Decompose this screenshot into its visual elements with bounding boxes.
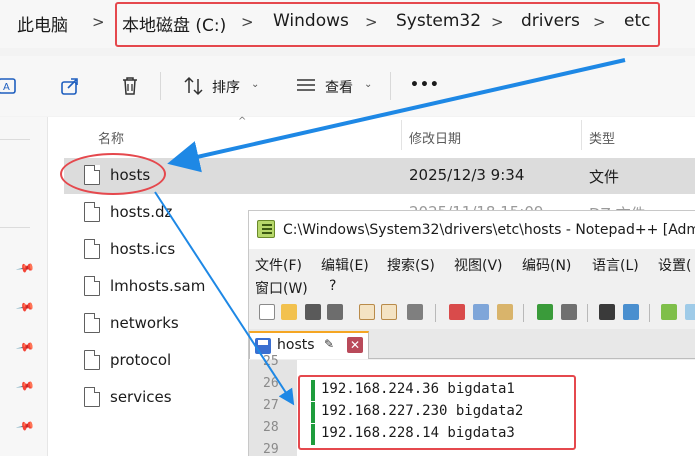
close-tab-icon[interactable]: ✕	[347, 337, 363, 353]
notepad-plus-plus-window: C:\Windows\System32\drivers\etc\hosts - …	[248, 210, 695, 456]
menu-language[interactable]: 语言(L)	[592, 255, 639, 275]
find-icon[interactable]	[599, 304, 615, 320]
line-number: 25	[263, 354, 279, 369]
file-name: hosts.ics	[110, 240, 176, 258]
file-icon	[84, 350, 100, 370]
cut-icon[interactable]	[449, 304, 465, 320]
line-number: 27	[263, 398, 279, 413]
menu-search[interactable]: 搜索(S)	[387, 255, 435, 275]
command-bar: A 排序 ⌄ 查看 ⌄ •••	[0, 56, 695, 116]
paste-icon[interactable]	[497, 304, 513, 320]
menu-help[interactable]: ?	[329, 278, 336, 294]
replace-icon[interactable]	[623, 304, 639, 320]
svg-text:A: A	[3, 82, 10, 93]
breadcrumb-separator: >	[92, 13, 105, 31]
column-header-name[interactable]: 名称	[98, 128, 124, 147]
pin-icon[interactable]: 📌	[15, 258, 35, 278]
pin-icon[interactable]: 📌	[15, 337, 35, 357]
menu-file[interactable]: 文件(F)	[255, 255, 302, 275]
menu-bar: 文件(F) 编辑(E) 搜索(S) 视图(V) 编码(N) 语言(L) 设置( …	[249, 251, 695, 299]
hosts-highlight-circle	[60, 153, 166, 195]
save-all-icon[interactable]	[327, 304, 343, 320]
redo-icon[interactable]	[561, 304, 577, 320]
breadcrumb-root[interactable]: 此电脑	[17, 11, 68, 36]
toolbar-divider	[649, 304, 650, 322]
tab-label: hosts	[277, 337, 315, 353]
path-highlight-box	[115, 2, 660, 47]
notepad-app-icon	[257, 220, 275, 238]
pin-icon[interactable]: 📌	[15, 376, 35, 396]
toolbar-divider	[160, 72, 161, 100]
pin-icon[interactable]: 📌	[15, 416, 35, 436]
file-name: lmhosts.sam	[110, 277, 206, 295]
sort-icon[interactable]	[182, 74, 206, 98]
file-name: services	[110, 388, 172, 406]
sort-caret-icon: ^	[238, 116, 247, 127]
column-header-type[interactable]: 类型	[589, 128, 615, 147]
view-icon[interactable]	[294, 74, 318, 98]
file-date: 2025/12/3 9:34	[409, 166, 525, 184]
menu-view[interactable]: 视图(V)	[454, 255, 503, 275]
file-icon	[84, 276, 100, 296]
new-file-icon[interactable]	[259, 304, 275, 320]
pin-icon[interactable]: 📌	[15, 297, 35, 317]
file-icon	[84, 202, 100, 222]
view-button[interactable]: 查看	[325, 77, 353, 97]
copy-icon[interactable]	[473, 304, 489, 320]
rename-icon[interactable]: A	[0, 74, 20, 98]
file-icon	[84, 239, 100, 259]
navigation-pane: 📌 📌 📌 📌 📌	[0, 117, 48, 456]
menu-encoding[interactable]: 编码(N)	[522, 255, 571, 275]
hosts-entries-highlight-box	[298, 375, 576, 450]
line-number: 28	[263, 420, 279, 435]
save-icon[interactable]	[305, 304, 321, 320]
close-file-icon[interactable]	[359, 304, 375, 320]
nav-divider	[0, 139, 30, 140]
menu-edit[interactable]: 编辑(E)	[321, 255, 369, 275]
pin-tab-icon[interactable]: ✎	[324, 337, 334, 351]
menu-window[interactable]: 窗口(W)	[255, 278, 308, 298]
column-separator[interactable]	[401, 120, 402, 150]
menu-settings[interactable]: 设置(	[658, 255, 691, 275]
zoom-out-icon[interactable]	[685, 304, 695, 320]
share-icon[interactable]	[58, 74, 82, 98]
undo-icon[interactable]	[537, 304, 553, 320]
window-title: C:\Windows\System32\drivers\etc\hosts - …	[283, 222, 695, 238]
toolbar-divider	[523, 304, 524, 322]
toolbar-divider	[587, 304, 588, 322]
chevron-down-icon: ⌄	[251, 79, 260, 90]
column-header-date[interactable]: 修改日期	[409, 128, 461, 147]
close-all-icon[interactable]	[381, 304, 397, 320]
chevron-down-icon: ⌄	[364, 79, 373, 90]
delete-icon[interactable]	[118, 74, 142, 98]
line-number: 26	[263, 376, 279, 391]
saved-file-icon	[255, 338, 271, 354]
file-icon	[84, 313, 100, 333]
sort-button[interactable]: 排序	[212, 77, 240, 97]
line-number: 29	[263, 442, 279, 456]
toolbar-divider	[390, 72, 391, 100]
file-icon	[84, 387, 100, 407]
more-options-button[interactable]: •••	[410, 77, 440, 93]
tab-bar: hosts ✎ ✕	[249, 329, 695, 359]
window-title-bar[interactable]: C:\Windows\System32\drivers\etc\hosts - …	[249, 211, 695, 249]
zoom-in-icon[interactable]	[661, 304, 677, 320]
file-name: hosts.dz	[110, 203, 173, 221]
file-name: networks	[110, 314, 179, 332]
toolbar-divider	[435, 304, 436, 322]
column-separator[interactable]	[581, 120, 582, 150]
file-type: 文件	[589, 168, 620, 186]
npp-toolbar	[249, 299, 695, 327]
open-folder-icon[interactable]	[281, 304, 297, 320]
nav-divider	[0, 227, 30, 228]
file-name: protocol	[110, 351, 172, 369]
print-icon[interactable]	[407, 304, 423, 320]
